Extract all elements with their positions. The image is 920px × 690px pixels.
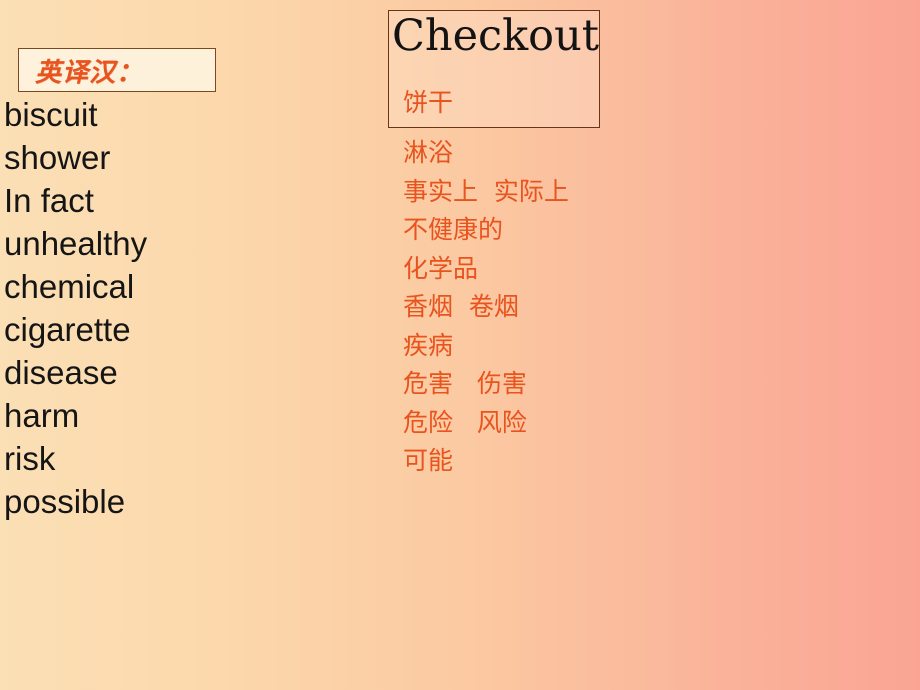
english-word-item: In fact [4,182,94,219]
chinese-translation-item: 不健康的 [403,215,504,244]
chinese-translation-item: 疾病 [403,330,454,360]
chinese-translation-item: 淋浴 [403,138,454,167]
english-word-item: biscuit [4,96,98,133]
english-word-item: disease [4,354,118,391]
chinese-translation-item: 化学品 [403,253,479,283]
checkout-heading: Checkout [392,11,600,61]
english-word-item: possible [4,483,126,520]
slide-canvas: 英译汉： biscuit shower In fact unhealthy ch… [0,0,920,690]
chinese-translation-item: 饼干 [403,88,454,117]
exercise-title-box: 英译汉： [18,48,216,92]
right-column: Checkout 饼干 淋浴 事实上 实际上 不健康的 化学品 香烟 卷烟 疾病… [380,0,920,690]
english-word-list: biscuit shower In fact unhealthy chemica… [4,93,147,523]
chinese-translation-list: 淋浴 事实上 实际上 不健康的 化学品 香烟 卷烟 疾病 危害 伤害 危险 风险… [403,134,569,481]
english-word-item: cigarette [4,311,131,348]
chinese-translation-item: 香烟 卷烟 [403,292,519,321]
chinese-translation-item: 事实上 实际上 [403,176,569,206]
english-word-item: harm [4,397,80,434]
english-word-item: shower [4,139,111,176]
exercise-title-text: 英译汉： [35,57,144,88]
chinese-translation-item: 可能 [403,446,454,475]
chinese-translation-item: 危害 伤害 [403,369,527,398]
english-word-item: chemical [4,268,135,305]
english-word-item: unhealthy [4,225,148,262]
english-word-item: risk [4,440,56,477]
left-column: 英译汉： biscuit shower In fact unhealthy ch… [0,0,380,690]
chinese-translation-item: 危险 风险 [403,407,527,437]
